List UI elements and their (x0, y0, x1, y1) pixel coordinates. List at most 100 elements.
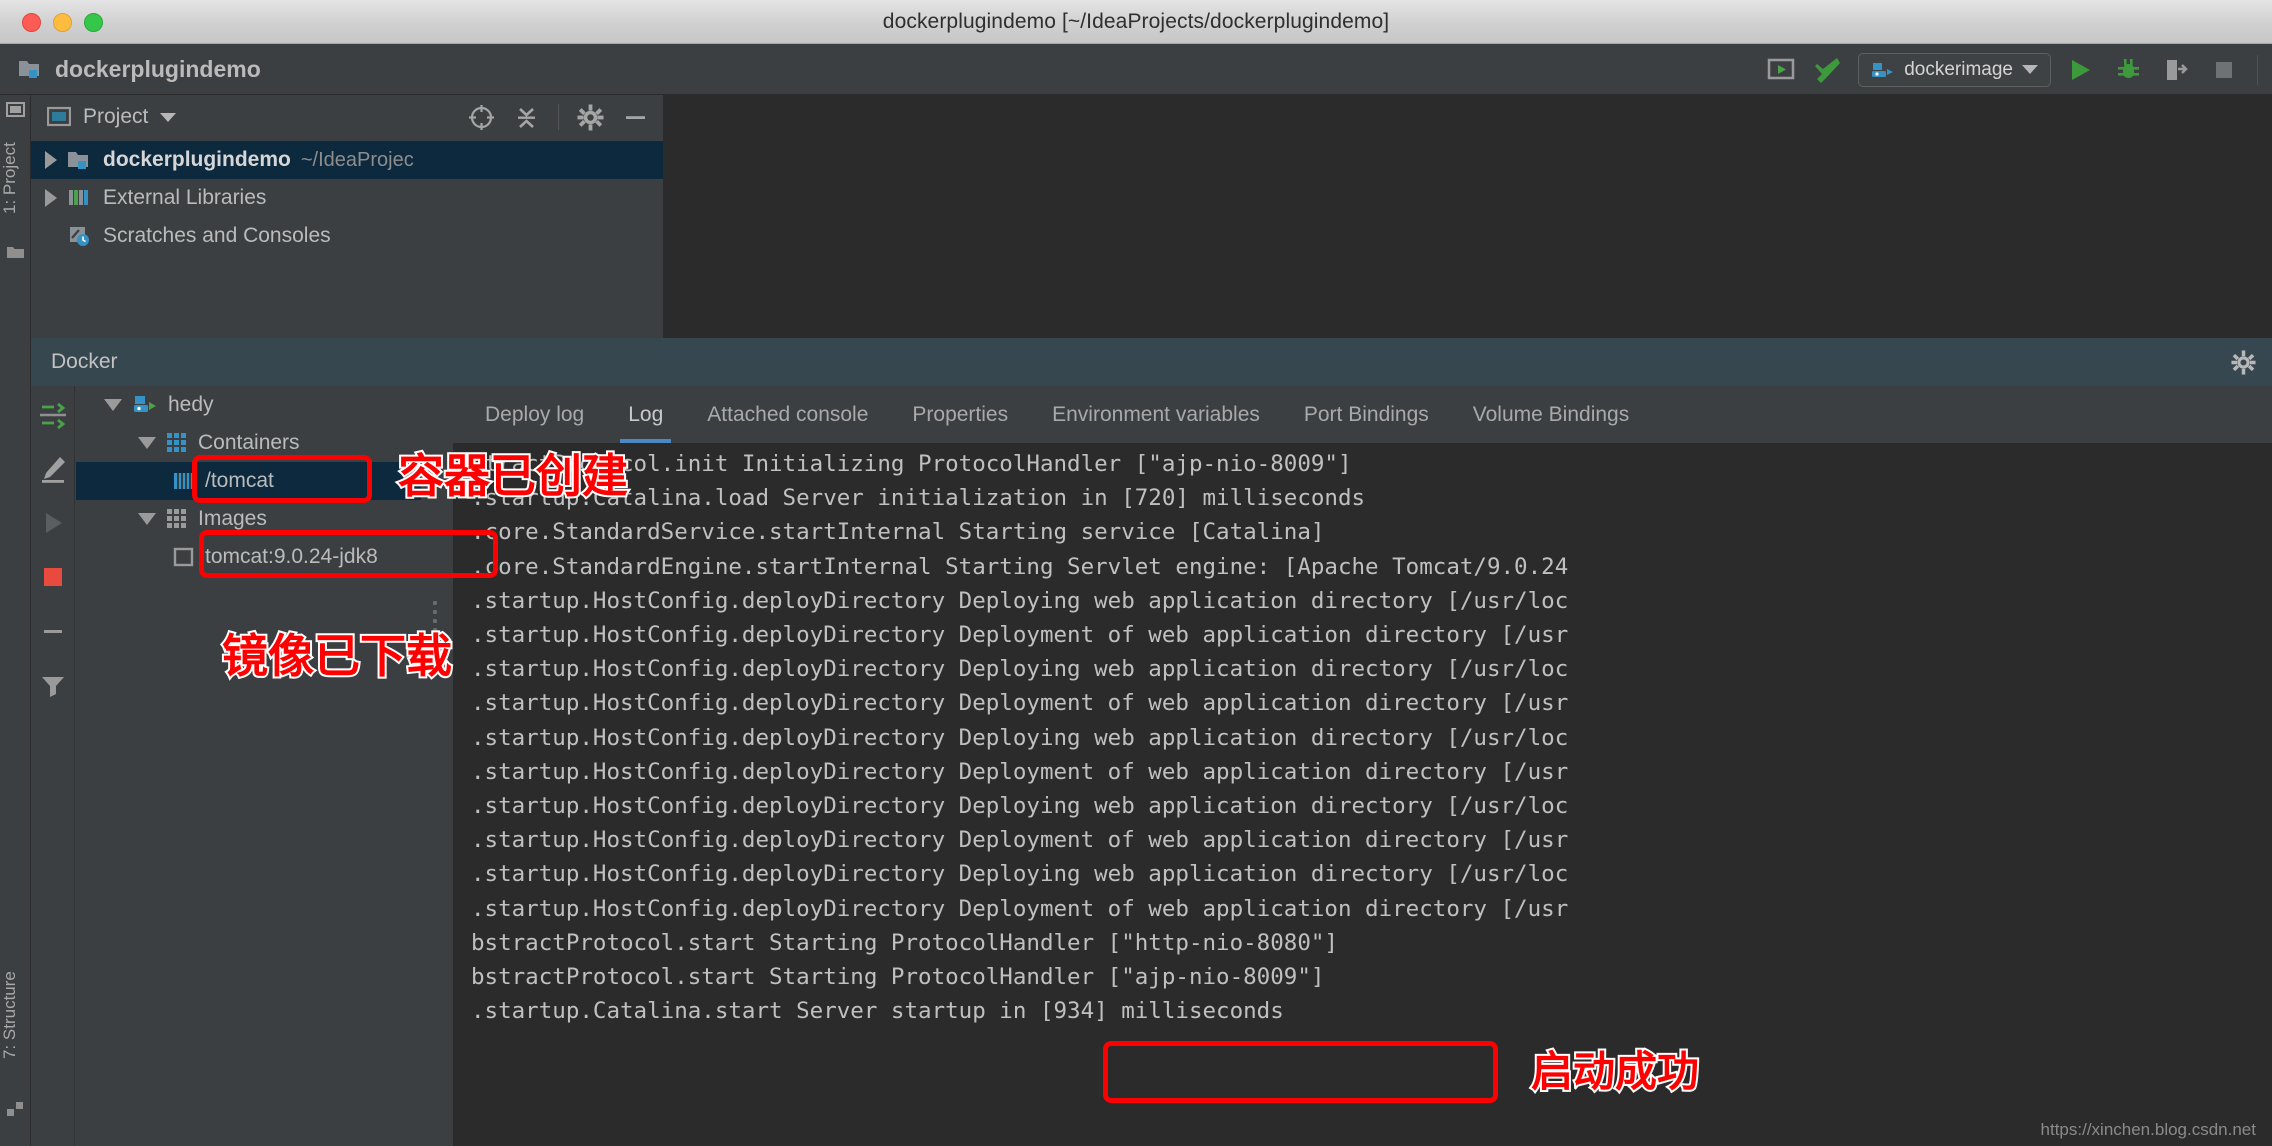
docker-tool-window-body: hedy Containers /tomcat Images tomcat:9.… (31, 386, 2272, 1146)
run-with-coverage-button[interactable] (2157, 51, 2195, 89)
project-tree: dockerplugindemo ~/IdeaProjec External L… (31, 139, 663, 255)
expand-arrow-icon[interactable] (45, 189, 57, 207)
log-line: bstractProtocol.start Starting ProtocolH… (471, 964, 1325, 991)
collapse-arrow-icon[interactable] (138, 513, 156, 525)
hide-panel-icon[interactable] (622, 104, 649, 131)
stop-container-icon[interactable] (38, 562, 68, 592)
sidebar-tab-project[interactable]: 1: Project (0, 123, 31, 233)
gear-icon[interactable] (2231, 350, 2256, 375)
tree-row[interactable]: /tomcat (76, 462, 421, 500)
tree-item-label: /tomcat (205, 469, 274, 492)
project-view-icon (47, 106, 71, 128)
navbar: dockerplugindemo dockerimage (0, 44, 2272, 95)
deploy-icon[interactable] (38, 400, 68, 430)
tree-item-label: Images (198, 507, 267, 530)
chevron-down-icon[interactable] (160, 112, 177, 122)
tree-item-label: tomcat:9.0.24-jdk8 (205, 545, 378, 568)
edit-configuration-icon[interactable] (38, 454, 68, 484)
project-stripe-icon (6, 100, 25, 119)
start-container-icon[interactable] (38, 508, 68, 538)
tree-row[interactable]: hedy (76, 386, 421, 424)
run-configuration-selector[interactable]: dockerimage (1858, 52, 2051, 87)
remove-icon[interactable] (38, 616, 68, 646)
log-line: .startup.Catalina.load Server initializa… (471, 485, 1366, 512)
log-line: .startup.HostConfig.deployDirectory Depl… (471, 724, 1569, 751)
tree-item-label: External Libraries (103, 186, 267, 209)
tree-item-label: Containers (198, 431, 300, 454)
tab-volume-bindings[interactable]: Volume Bindings (1451, 386, 1651, 443)
tree-row[interactable]: dockerplugindemo ~/IdeaProjec (31, 141, 663, 179)
tab-log[interactable]: Log (606, 386, 685, 443)
tree-row[interactable]: External Libraries (31, 179, 663, 217)
tree-row[interactable]: Scratches and Consoles (31, 217, 663, 255)
collapse-all-icon[interactable] (513, 104, 540, 131)
docker-panel-title: Docker (51, 350, 118, 373)
log-line: stractProtocol.init Initializing Protoco… (471, 451, 1352, 477)
traffic-lights (22, 13, 103, 32)
collapse-arrow-icon[interactable] (138, 437, 156, 449)
container-running-icon (172, 469, 196, 493)
docker-whale-icon (1869, 59, 1895, 81)
images-grid-icon (165, 507, 189, 531)
build-project-button[interactable] (1810, 51, 1848, 89)
idea-window: dockerplugindemo [~/IdeaProjects/dockerp… (0, 0, 2272, 1146)
tab-port-bindings[interactable]: Port Bindings (1282, 386, 1451, 443)
navbar-project-name: dockerplugindemo (55, 55, 261, 82)
log-line: .startup.HostConfig.deployDirectory Depl… (471, 861, 1569, 888)
image-square-icon (172, 545, 196, 569)
filter-icon[interactable] (38, 670, 68, 700)
tree-row[interactable]: Containers (76, 424, 421, 462)
tab-environment-variables[interactable]: Environment variables (1030, 386, 1282, 443)
log-line: .startup.HostConfig.deployDirectory Depl… (471, 758, 1569, 785)
log-line: .startup.Catalina.start Server startup i… (471, 998, 1284, 1025)
tree-item-path: ~/IdeaProjec (300, 148, 414, 171)
zoom-button[interactable] (84, 13, 103, 32)
locate-target-icon[interactable] (468, 104, 495, 131)
watermark: https://xinchen.blog.csdn.net (2040, 1120, 2256, 1139)
tree-item-label: hedy (168, 393, 214, 416)
tab-attached-console[interactable]: Attached console (685, 386, 890, 443)
debug-button[interactable] (2109, 51, 2147, 89)
tree-row[interactable]: tomcat:9.0.24-jdk8 (76, 538, 421, 576)
log-line: .startup.HostConfig.deployDirectory Depl… (471, 587, 1569, 614)
expand-arrow-icon[interactable] (45, 151, 57, 169)
window-titlebar: dockerplugindemo [~/IdeaProjects/dockerp… (0, 0, 2272, 44)
tree-item-label: Scratches and Consoles (103, 224, 331, 247)
minimize-button[interactable] (53, 13, 72, 32)
structure-stripe-icon (6, 1100, 25, 1119)
docker-tree: hedy Containers /tomcat Images tomcat:9.… (76, 386, 421, 1146)
run-button[interactable] (2061, 51, 2099, 89)
sidebar-tab-structure[interactable]: 7: Structure (0, 940, 31, 1090)
log-line: .startup.HostConfig.deployDirectory Depl… (471, 793, 1569, 820)
log-line: .startup.HostConfig.deployDirectory Depl… (471, 656, 1569, 683)
close-button[interactable] (22, 13, 41, 32)
log-line: .startup.HostConfig.deployDirectory Depl… (471, 690, 1569, 717)
folder-module-icon (67, 148, 93, 172)
docker-whale-icon (131, 393, 159, 417)
select-run-target-button[interactable] (1762, 51, 1800, 89)
image-downloaded-note: 镜像已下载 (220, 627, 454, 685)
log-line: .startup.HostConfig.deployDirectory Depl… (471, 827, 1569, 854)
editor-area (663, 95, 2272, 338)
tab-properties[interactable]: Properties (890, 386, 1030, 443)
tree-item-label: dockerplugindemo (103, 148, 291, 171)
navbar-breadcrumb[interactable]: dockerplugindemo (0, 56, 261, 83)
collapse-arrow-icon[interactable] (104, 399, 122, 411)
log-output-console[interactable]: stractProtocol.init Initializing Protoco… (453, 443, 2272, 1146)
toolbar-divider (2257, 54, 2258, 85)
run-configuration-label: dockerimage (1904, 58, 2013, 80)
project-tool-window: Project dockerplugindemo ~/IdeaProjec Ex… (31, 95, 663, 338)
scratches-icon (67, 224, 93, 248)
startup-success-note: 启动成功 (1529, 1045, 1701, 1098)
navbar-toolbar: dockerimage (1762, 44, 2262, 95)
container-created-note: 容器已创建 (396, 447, 630, 505)
stop-button[interactable] (2205, 51, 2243, 89)
gear-icon[interactable] (577, 104, 604, 131)
tab-deploy-log[interactable]: Deploy log (463, 386, 606, 443)
log-line: .startup.HostConfig.deployDirectory Depl… (471, 622, 1569, 649)
tree-row[interactable]: Images (76, 500, 421, 538)
docker-actions-toolbar (31, 386, 75, 1146)
project-panel-title: Project (83, 105, 149, 128)
left-tool-strip: 1: Project 7: Structure orites (0, 95, 31, 1146)
log-line: .core.StandardEngine.startInternal Start… (471, 553, 1569, 580)
